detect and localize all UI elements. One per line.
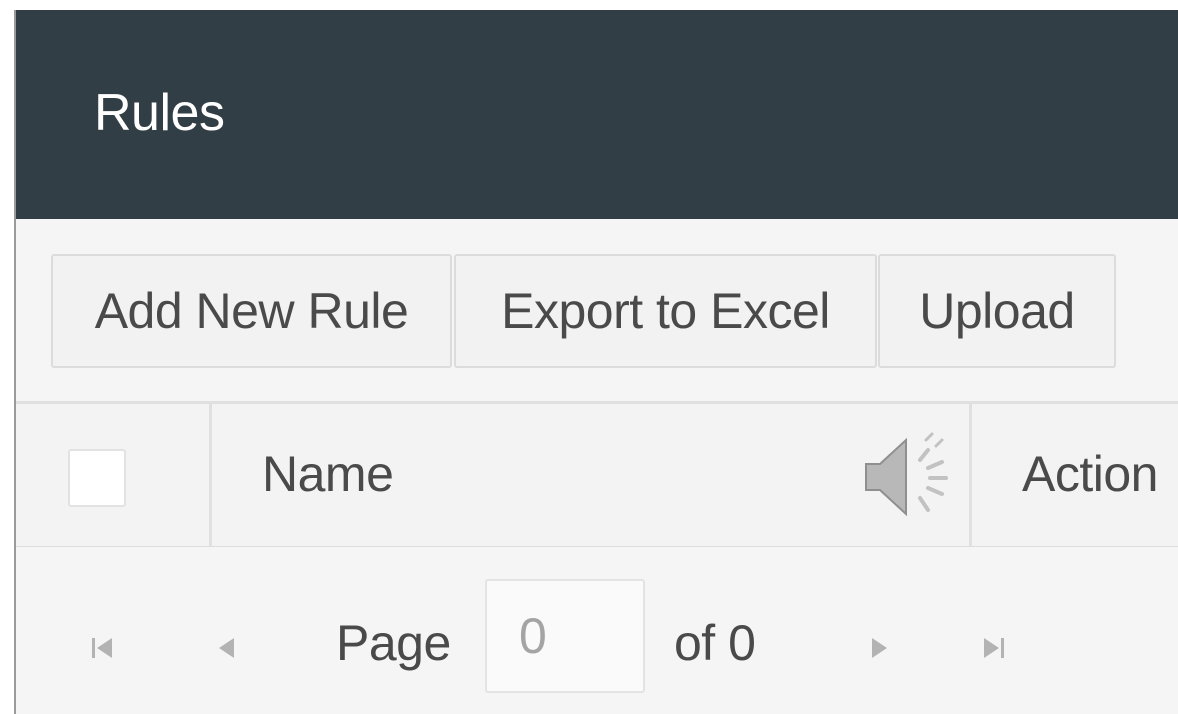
last-page-icon[interactable]	[978, 633, 1008, 663]
page-count-label: of 0	[674, 615, 756, 671]
rules-panel: Rules Add New Rule Export to Excel Uploa…	[14, 10, 1178, 714]
panel-header: Rules	[16, 10, 1178, 219]
page-label: Page	[336, 615, 451, 671]
export-to-excel-button[interactable]: Export to Excel	[454, 254, 877, 368]
speaker-icon[interactable]	[862, 432, 962, 522]
column-header-action[interactable]: Action	[972, 404, 1178, 546]
select-all-checkbox[interactable]	[68, 449, 126, 507]
column-header-name-label: Name	[262, 446, 394, 502]
grid-header: Name Action	[16, 401, 1178, 550]
first-page-icon[interactable]	[88, 633, 118, 663]
upload-button[interactable]: Upload	[878, 254, 1116, 368]
toolbar: Add New Rule Export to Excel Upload	[16, 219, 1178, 404]
column-header-name[interactable]: Name	[212, 404, 972, 546]
add-new-rule-button[interactable]: Add New Rule	[51, 254, 452, 368]
page-title: Rules	[94, 84, 225, 142]
prev-page-icon[interactable]	[212, 633, 242, 663]
page-number-input[interactable]	[485, 579, 645, 693]
next-page-icon[interactable]	[864, 633, 894, 663]
select-all-cell	[16, 404, 212, 546]
pager: Page of 0	[16, 547, 1178, 714]
column-header-action-label: Action	[1022, 446, 1158, 502]
